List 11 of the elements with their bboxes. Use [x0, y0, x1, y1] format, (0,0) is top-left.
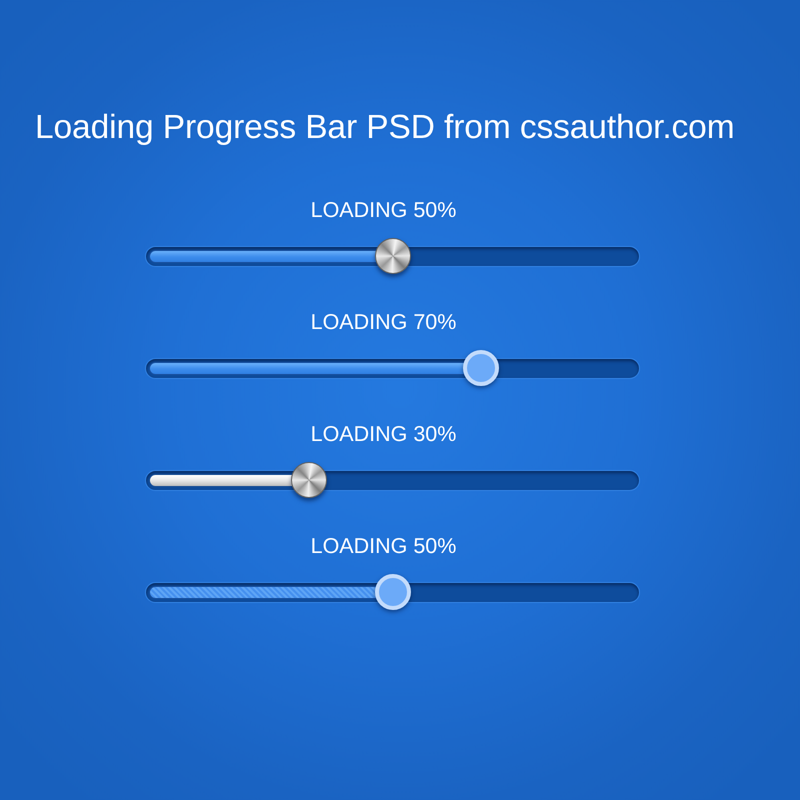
slider-thumb[interactable]: [290, 462, 327, 498]
page-title: Loading Progress Bar PSD from cssauthor.com: [35, 109, 735, 147]
progress-label: LOADING 50%: [310, 534, 456, 558]
slider-track[interactable]: [145, 470, 640, 490]
slider-track[interactable]: [145, 246, 640, 266]
slider-track[interactable]: [145, 582, 640, 602]
slider-track[interactable]: [145, 358, 640, 378]
progress-label: LOADING 50%: [310, 198, 456, 222]
progress-label: LOADING 30%: [310, 422, 456, 446]
progress-label: LOADING 70%: [310, 310, 456, 334]
slider-thumb[interactable]: [374, 238, 410, 274]
